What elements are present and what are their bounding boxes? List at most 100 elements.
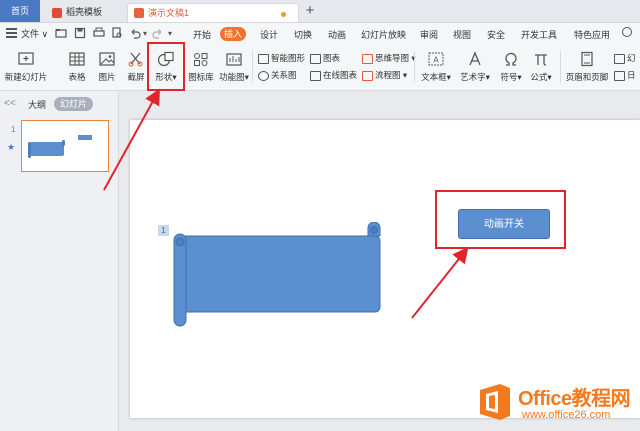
scroll-shape[interactable]	[170, 222, 385, 328]
svg-text:A: A	[433, 56, 439, 65]
menu-slideshow[interactable]: 幻灯片放映	[361, 28, 406, 41]
ribbon-divider	[560, 51, 561, 83]
new-slide-label: 新建幻灯片	[4, 72, 48, 82]
header-footer-icon	[581, 51, 593, 67]
folder-open-icon[interactable]	[55, 27, 67, 39]
formula-label: 公式▾	[530, 72, 552, 82]
slide-number-button[interactable]: 幻	[614, 52, 636, 64]
ribbon-divider	[252, 51, 253, 83]
table-label: 表格	[68, 72, 86, 82]
flowchart-icon	[362, 70, 373, 81]
undo-icon[interactable]	[129, 27, 141, 39]
menu-bar: 文件 ∨ ▾ ▾ 开始 插入 设计 切换 动画 幻灯片放映 审阅 视图 安全 开…	[0, 23, 640, 45]
menu-view[interactable]: 视图	[453, 28, 471, 41]
tab-slides[interactable]: 幻灯片	[54, 97, 94, 111]
button-highlight-box	[435, 190, 566, 249]
symbol-label: 符号▾	[500, 72, 522, 82]
title-bar: 首页 稻壳模板 演示文稿1 +	[0, 0, 640, 23]
function-chart-icon	[226, 53, 242, 66]
collapse-pane-button[interactable]: <<	[4, 98, 16, 109]
file-menu[interactable]: 文件 ∨	[21, 27, 48, 40]
tab-document-label: 演示文稿1	[148, 8, 190, 18]
picture-label: 图片	[98, 72, 116, 82]
save-icon[interactable]	[74, 27, 86, 39]
omega-icon	[505, 52, 517, 66]
animation-star-icon: ★	[7, 142, 16, 152]
menu-special[interactable]: 特色应用	[574, 28, 610, 41]
print-icon[interactable]	[93, 27, 105, 39]
watermark-url: www.office26.com	[522, 409, 611, 421]
tab-template-label: 稻壳模板	[66, 7, 103, 17]
hamburger-icon[interactable]	[6, 28, 17, 40]
picture-icon	[99, 52, 115, 66]
textbox-button[interactable]: A 文本框▾	[420, 51, 452, 83]
symbol-button[interactable]: 符号▾	[498, 51, 524, 83]
art-text-button[interactable]: 艺术字▾	[458, 51, 492, 83]
mind-map-button[interactable]: 思维导图 ▾	[362, 52, 416, 64]
function-chart-label: 功能图▾	[219, 72, 249, 82]
slide-number-icon	[614, 53, 625, 64]
menu-transition[interactable]: 切换	[294, 28, 312, 41]
relation-chart-button[interactable]: 关系图	[258, 69, 297, 81]
icon-library-icon	[194, 53, 208, 66]
site-watermark: Office教程网 www.office26.com	[478, 380, 638, 428]
table-icon	[69, 52, 85, 66]
online-chart-button[interactable]: 在线图表	[310, 69, 357, 81]
menu-insert[interactable]: 插入	[220, 27, 246, 41]
header-footer-button[interactable]: 页眉和页脚	[564, 51, 610, 83]
mind-map-icon	[362, 53, 373, 64]
redo-icon[interactable]	[152, 27, 164, 39]
pi-icon	[535, 54, 547, 66]
table-button[interactable]: 表格	[64, 51, 90, 83]
animation-order-badge[interactable]: 1	[158, 225, 169, 236]
new-tab-button[interactable]: +	[303, 2, 317, 19]
menu-animation[interactable]: 动画	[328, 28, 346, 41]
new-slide-button[interactable]: 新建幻灯片	[4, 51, 48, 83]
tab-document[interactable]: 演示文稿1	[127, 3, 299, 22]
art-text-icon	[469, 51, 481, 66]
menu-security[interactable]: 安全	[487, 28, 505, 41]
customize-toolbar-icon[interactable]: ▾	[168, 29, 172, 38]
print-preview-icon[interactable]	[111, 27, 123, 39]
daoke-logo-icon	[52, 8, 62, 18]
presentation-doc-icon	[134, 8, 144, 18]
function-chart-button[interactable]: 功能图▾	[218, 51, 250, 83]
scissors-icon	[128, 52, 143, 67]
formula-button[interactable]: 公式▾	[528, 51, 554, 83]
ribbon-insert: 新建幻灯片 表格 图片 截屏 形状▾ 图标库 功能图▾ 智能图形 关系图 图表 …	[0, 45, 640, 91]
menu-developer[interactable]: 开发工具	[521, 28, 557, 41]
menu-review[interactable]: 审阅	[420, 28, 438, 41]
date-icon	[614, 70, 625, 81]
textbox-label: 文本框▾	[421, 72, 451, 82]
slide-number: 1	[11, 125, 16, 134]
undo-dropdown-icon[interactable]: ▾	[143, 29, 147, 38]
tab-outline[interactable]: 大纲	[28, 98, 46, 111]
chart-button[interactable]: 图表	[310, 52, 340, 64]
ribbon-divider	[414, 51, 415, 83]
textbox-icon: A	[428, 52, 444, 66]
date-button[interactable]: 日	[614, 69, 636, 81]
picture-button[interactable]: 图片	[94, 51, 120, 83]
watermark-title: Office教程网	[518, 388, 631, 410]
search-icon[interactable]	[622, 27, 632, 37]
smart-art-icon	[258, 53, 269, 64]
menu-start[interactable]: 开始	[193, 28, 211, 41]
flowchart-button[interactable]: 流程图 ▾	[362, 69, 407, 81]
thumbnail-preview	[28, 135, 92, 158]
menu-design[interactable]: 设计	[260, 28, 278, 41]
screenshot-button[interactable]: 截屏	[124, 51, 148, 83]
unsaved-dot-icon[interactable]	[281, 12, 286, 17]
icon-library-label: 图标库	[188, 72, 214, 82]
tab-template[interactable]: 稻壳模板	[44, 3, 122, 22]
office-logo-icon	[480, 384, 510, 420]
slide-thumbnail[interactable]	[21, 120, 109, 172]
relation-icon	[258, 70, 269, 81]
chart-icon	[310, 53, 321, 64]
icon-library-button[interactable]: 图标库	[186, 51, 216, 83]
tab-home[interactable]: 首页	[0, 0, 40, 22]
online-chart-icon	[310, 70, 321, 81]
smart-art-button[interactable]: 智能图形	[258, 52, 305, 64]
shape-highlight-box	[147, 42, 185, 91]
new-slide-icon	[18, 52, 34, 65]
art-text-label: 艺术字▾	[460, 72, 490, 82]
